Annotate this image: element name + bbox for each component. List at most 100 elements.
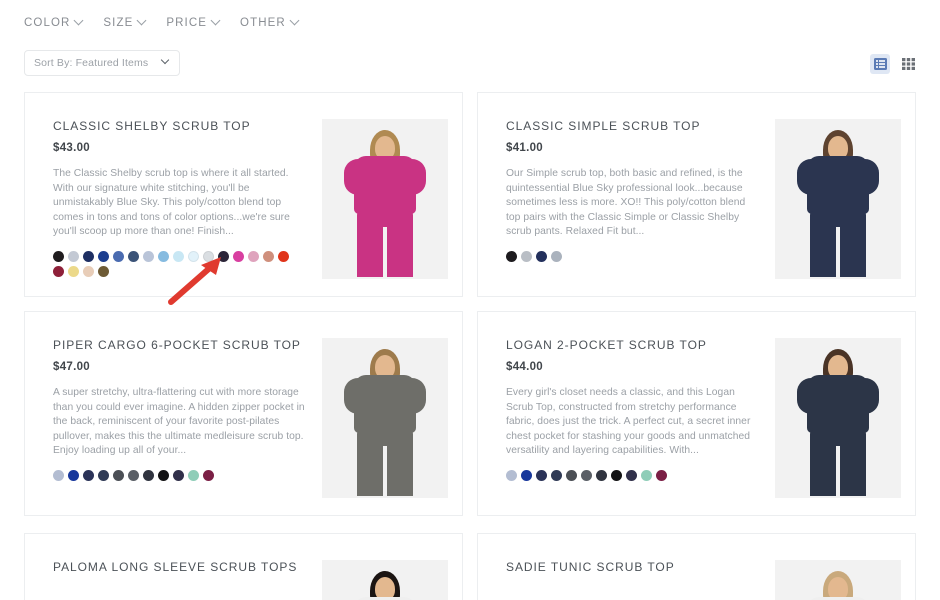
color-swatch[interactable] (98, 265, 109, 277)
color-swatch[interactable] (626, 469, 637, 481)
product-description: Our Simple scrub top, both basic and ref… (506, 168, 746, 238)
color-swatch[interactable] (68, 250, 79, 262)
color-swatch[interactable] (506, 469, 517, 481)
chevron-down-icon (291, 17, 299, 25)
color-swatch[interactable] (551, 469, 562, 481)
color-swatch[interactable] (203, 469, 214, 481)
product-description: The Classic Shelby scrub top is where it… (53, 168, 290, 238)
product-info: CLASSIC SIMPLE SCRUB TOP $41.00 Our Simp… (478, 93, 775, 296)
color-swatch[interactable] (188, 250, 199, 262)
product-price: $47.00 (53, 361, 90, 373)
product-title[interactable]: LOGAN 2-POCKET SCRUB TOP (506, 338, 759, 352)
color-swatch[interactable] (158, 469, 169, 481)
grid-view-button[interactable] (898, 54, 918, 74)
product-image-wrap[interactable] (322, 534, 462, 600)
color-swatch[interactable] (596, 469, 607, 481)
color-swatch[interactable] (263, 250, 274, 262)
filter-size[interactable]: SIZE (103, 17, 146, 29)
color-swatch[interactable] (113, 469, 124, 481)
filter-price[interactable]: PRICE (166, 17, 220, 29)
color-swatch[interactable] (521, 469, 532, 481)
product-card[interactable]: SADIE TUNIC SCRUB TOP (477, 533, 916, 600)
product-image (775, 338, 901, 498)
color-swatch[interactable] (218, 250, 229, 262)
color-swatch[interactable] (506, 250, 517, 262)
color-swatch[interactable] (203, 250, 214, 262)
filter-color-label: COLOR (24, 17, 71, 29)
color-swatch[interactable] (248, 250, 259, 262)
color-swatch[interactable] (611, 469, 622, 481)
color-swatch[interactable] (143, 469, 154, 481)
color-swatch[interactable] (83, 250, 94, 262)
color-swatch[interactable] (521, 250, 532, 262)
color-swatch[interactable] (68, 469, 79, 481)
product-image (322, 338, 448, 498)
color-swatch[interactable] (128, 469, 139, 481)
color-swatch[interactable] (83, 469, 94, 481)
product-title[interactable]: PIPER CARGO 6-POCKET SCRUB TOP (53, 338, 306, 352)
product-title[interactable]: PALOMA LONG SLEEVE SCRUB TOPS (53, 560, 306, 574)
list-view-button[interactable] (870, 54, 890, 74)
color-swatch[interactable] (113, 250, 124, 262)
color-swatch[interactable] (128, 250, 139, 262)
color-swatch[interactable] (98, 250, 109, 262)
product-title[interactable]: SADIE TUNIC SCRUB TOP (506, 560, 759, 574)
chevron-down-icon (138, 17, 146, 25)
product-grid: CLASSIC SHELBY SCRUB TOP $43.00 The Clas… (24, 92, 916, 516)
color-swatch-list (506, 469, 756, 481)
color-swatch[interactable] (233, 250, 244, 262)
color-swatch[interactable] (278, 250, 289, 262)
color-swatch[interactable] (641, 469, 652, 481)
model-leg-gap (383, 227, 387, 279)
filter-other-label: OTHER (240, 17, 286, 29)
product-card[interactable]: PALOMA LONG SLEEVE SCRUB TOPS (24, 533, 463, 600)
model-leg-gap (836, 227, 840, 279)
filter-other[interactable]: OTHER (240, 17, 299, 29)
product-title[interactable]: CLASSIC SHELBY SCRUB TOP (53, 119, 306, 133)
color-swatch[interactable] (53, 469, 64, 481)
model-scrub-top (807, 375, 869, 433)
filter-color[interactable]: COLOR (24, 17, 83, 29)
color-swatch-list (53, 250, 303, 277)
filter-bar: COLOR SIZE PRICE OTHER (24, 17, 299, 29)
product-image (775, 119, 901, 279)
product-info: PIPER CARGO 6-POCKET SCRUB TOP $47.00 A … (25, 312, 322, 515)
product-image (775, 560, 901, 600)
color-swatch[interactable] (581, 469, 592, 481)
color-swatch[interactable] (158, 250, 169, 262)
chevron-down-icon (212, 17, 220, 25)
product-card[interactable]: PIPER CARGO 6-POCKET SCRUB TOP $47.00 A … (24, 311, 463, 516)
color-swatch[interactable] (566, 469, 577, 481)
product-description: A super stretchy, ultra-flattering cut w… (53, 387, 305, 457)
color-swatch[interactable] (173, 469, 184, 481)
view-toggle-group (870, 54, 918, 74)
filter-size-label: SIZE (103, 17, 134, 29)
product-image-wrap[interactable] (322, 93, 462, 296)
color-swatch[interactable] (98, 469, 109, 481)
color-swatch[interactable] (551, 250, 562, 262)
color-swatch[interactable] (53, 265, 64, 277)
product-image-wrap[interactable] (775, 312, 915, 515)
color-swatch[interactable] (83, 265, 94, 277)
grid-view-icon (901, 58, 915, 70)
color-swatch[interactable] (53, 250, 64, 262)
product-image-wrap[interactable] (775, 93, 915, 296)
product-image-wrap[interactable] (322, 312, 462, 515)
product-price: $43.00 (53, 142, 90, 154)
color-swatch[interactable] (656, 469, 667, 481)
product-card[interactable]: LOGAN 2-POCKET SCRUB TOP $44.00 Every gi… (477, 311, 916, 516)
product-price: $44.00 (506, 361, 543, 373)
color-swatch[interactable] (536, 469, 547, 481)
product-image-wrap[interactable] (775, 534, 915, 600)
color-swatch[interactable] (68, 265, 79, 277)
color-swatch[interactable] (536, 250, 547, 262)
color-swatch[interactable] (188, 469, 199, 481)
model-leg-gap (383, 446, 387, 498)
sort-by-select[interactable]: Sort By: Featured Items (24, 50, 180, 76)
product-title[interactable]: CLASSIC SIMPLE SCRUB TOP (506, 119, 759, 133)
product-card[interactable]: CLASSIC SHELBY SCRUB TOP $43.00 The Clas… (24, 92, 463, 297)
model-leg-gap (836, 446, 840, 498)
color-swatch[interactable] (173, 250, 184, 262)
product-card[interactable]: CLASSIC SIMPLE SCRUB TOP $41.00 Our Simp… (477, 92, 916, 297)
color-swatch[interactable] (143, 250, 154, 262)
